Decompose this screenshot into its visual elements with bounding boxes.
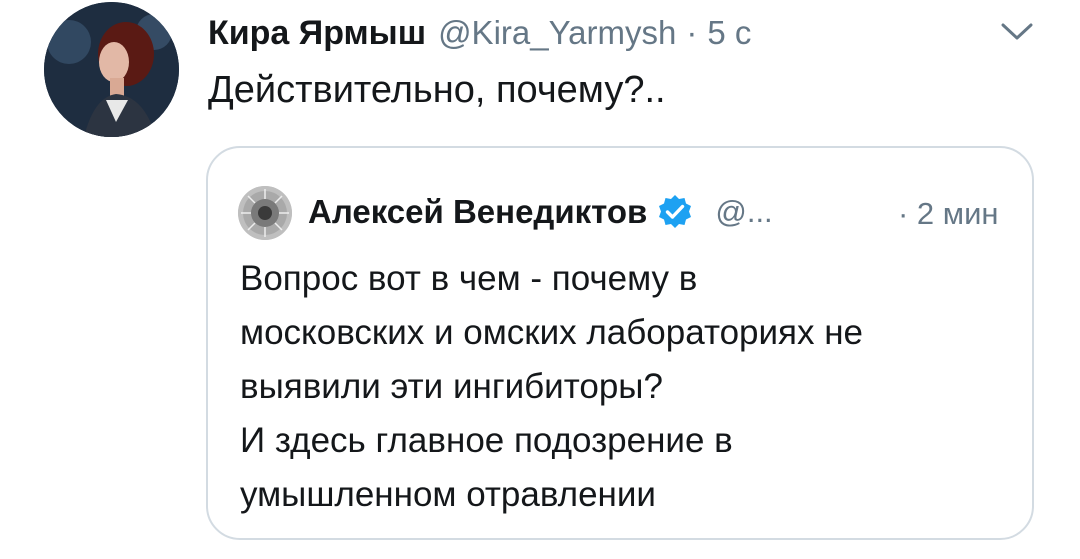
chevron-down-icon[interactable] [1000,22,1034,42]
quoted-tweet-card[interactable]: Алексей Венедиктов @... · 2 мин Вопрос в… [206,146,1034,540]
quoted-tweet-text: Вопрос вот в чем - почему в московских и… [240,252,1010,522]
quoted-author-avatar[interactable] [238,186,292,240]
tweet-header: Кира Ярмыш @Kira_Yarmysh · 5 с [208,8,751,58]
quoted-tweet-header: Алексей Венедиктов @... [308,184,773,240]
verified-badge-icon [659,195,692,228]
quoted-author-handle[interactable]: @... [715,194,772,230]
quoted-text-line: московских и омских лабораториях не [240,313,864,352]
quoted-text-line: умышленном отравлении [240,475,656,514]
author-handle[interactable]: @Kira_Yarmysh [438,14,676,52]
header-separator: · [686,14,698,51]
tweet-timestamp[interactable]: 5 с [707,14,751,52]
quoted-tweet-timestamp[interactable]: · 2 мин [898,186,999,242]
quoted-text-line: И здесь главное подозрение в [240,421,733,460]
quoted-author-name[interactable]: Алексей Венедиктов [308,193,647,231]
quoted-text-line: выявили эти ингибиторы? [240,367,663,406]
author-avatar[interactable] [44,2,179,137]
quoted-text-line: Вопрос вот в чем - почему в [240,259,698,298]
author-name[interactable]: Кира Ярмыш [208,14,426,53]
tweet-text: Действительно, почему?.. [208,69,666,111]
